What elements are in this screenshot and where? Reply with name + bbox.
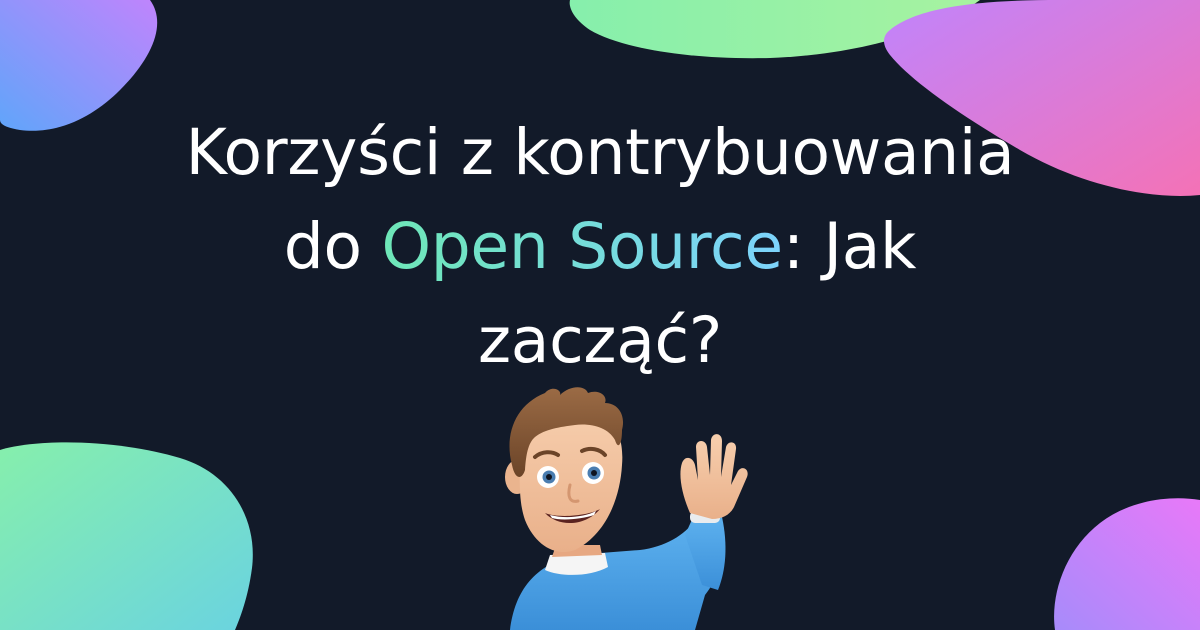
social-card: Korzyści z kontrybuowania do Open Source…: [0, 0, 1200, 630]
waving-avatar-icon: [505, 387, 748, 630]
headline-line-2: do Open Source: Jak: [0, 200, 1200, 294]
headline-highlight: Open Source: [381, 210, 783, 283]
headline-prefix: do: [283, 210, 382, 283]
blob-bottom-right: [1054, 498, 1200, 630]
headline-line-3: zacząć?: [478, 304, 722, 377]
headline-line-1: Korzyści z kontrybuowania: [185, 116, 1015, 189]
headline-suffix: : Jak: [782, 210, 917, 283]
headline: Korzyści z kontrybuowania do Open Source…: [0, 106, 1200, 388]
blob-bottom-left: [0, 442, 253, 630]
